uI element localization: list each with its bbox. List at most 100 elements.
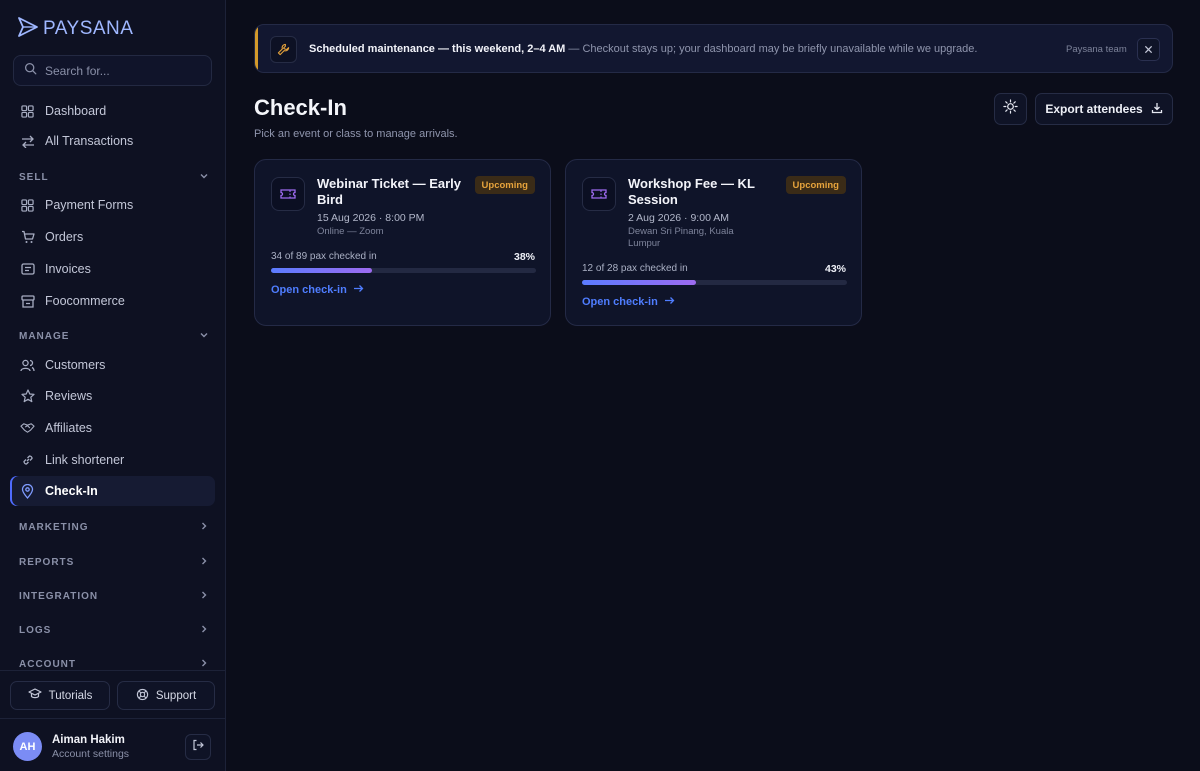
section-label: INTEGRATION <box>19 590 99 602</box>
grid-icon <box>20 198 35 213</box>
sidebar-item-check-in[interactable]: Check-In <box>10 476 215 506</box>
user-account[interactable]: AH Aiman Hakim Account settings <box>0 718 225 771</box>
banner-close-button[interactable] <box>1137 38 1160 61</box>
users-icon <box>20 358 35 373</box>
section-integration[interactable]: INTEGRATION <box>19 588 209 604</box>
open-check-in-label: Open check-in <box>582 296 658 308</box>
download-icon <box>1151 102 1163 117</box>
section-label: MANAGE <box>19 330 70 342</box>
chevron-right-icon <box>199 658 209 671</box>
cart-icon <box>20 230 35 245</box>
section-marketing[interactable]: MARKETING <box>19 519 209 535</box>
link-icon <box>20 453 35 468</box>
sidebar-item-label: Check-In <box>45 484 98 498</box>
section-label: SELL <box>19 171 49 183</box>
sidebar-item-label: Link shortener <box>45 453 125 467</box>
chevron-down-icon <box>199 330 209 343</box>
arrows-icon <box>20 134 35 149</box>
checkin-percent: 43% <box>824 263 846 275</box>
chevron-right-icon <box>199 624 209 637</box>
sidebar-item-reviews[interactable]: Reviews <box>10 381 215 411</box>
close-icon <box>1144 41 1153 59</box>
section-logs[interactable]: LOGS <box>19 622 209 638</box>
theme-toggle-button[interactable] <box>994 93 1027 125</box>
sidebar-item-customers[interactable]: Customers <box>10 350 215 380</box>
sidebar-item-label: Reviews <box>45 389 93 403</box>
star-icon <box>20 389 35 404</box>
event-card[interactable]: Workshop Fee — KL Session Upcoming 2 Aug… <box>565 159 862 326</box>
logout-icon <box>192 738 204 756</box>
brand-logo[interactable]: PAYSANA <box>16 16 133 42</box>
support-button[interactable]: Support <box>117 681 215 710</box>
open-check-in-label: Open check-in <box>271 284 347 296</box>
account-settings-link[interactable]: Account settings <box>52 748 129 760</box>
sidebar-item-link-shortener[interactable]: Link shortener <box>10 445 215 475</box>
event-title: Workshop Fee — KL Session <box>628 176 755 207</box>
export-attendees-button[interactable]: Export attendees <box>1035 93 1173 125</box>
checkin-progress-bar <box>271 268 536 273</box>
checkin-percent: 38% <box>513 251 535 263</box>
sidebar-item-label: Foocommerce <box>45 294 125 308</box>
checkin-count: 34 of 89 pax checked in <box>271 251 377 262</box>
section-label: ACCOUNT <box>19 658 76 670</box>
user-name: Aiman Hakim <box>52 734 125 746</box>
store-icon <box>20 294 35 309</box>
status-badge: Upcoming <box>474 176 535 194</box>
event-venue: Online — Zoom <box>317 226 384 237</box>
sidebar-item-orders[interactable]: Orders <box>10 222 215 252</box>
banner-accent <box>255 25 258 72</box>
banner-title: Scheduled maintenance — this weekend, 2–… <box>309 43 566 55</box>
arrow-right-icon <box>664 296 675 308</box>
support-label: Support <box>155 689 197 702</box>
sidebar: PAYSANA Dashboard All Transactions SELL … <box>0 0 226 771</box>
checkin-progress-bar <box>582 280 847 285</box>
sidebar-item-invoices[interactable]: Invoices <box>10 254 215 284</box>
banner-author: Paysana team <box>1066 44 1127 55</box>
sidebar-item-label: Customers <box>45 358 106 372</box>
section-sell[interactable]: SELL <box>19 169 209 185</box>
open-check-in-link[interactable]: Open check-in <box>271 284 364 296</box>
section-label: MARKETING <box>19 521 89 533</box>
banner-message: — Checkout stays up; your dashboard may … <box>568 43 978 55</box>
sidebar-footer: Tutorials Support AH Aiman Hakim Account… <box>0 670 225 771</box>
search-box[interactable] <box>13 55 212 86</box>
open-check-in-link[interactable]: Open check-in <box>582 296 675 308</box>
paysana-logo-icon <box>16 15 40 44</box>
chevron-right-icon <box>199 556 209 569</box>
sidebar-item-payment-forms[interactable]: Payment Forms <box>10 190 215 220</box>
checkin-count: 12 of 28 pax checked in <box>582 263 688 274</box>
page-title: Check-In <box>254 95 347 120</box>
event-date: 15 Aug 2026 · 8:00 PM <box>317 212 425 224</box>
progress-fill <box>271 268 372 273</box>
sidebar-item-label: Invoices <box>45 262 91 276</box>
event-title: Webinar Ticket — Early Bird <box>317 176 462 207</box>
graduation-cap-icon <box>28 688 42 703</box>
banner-text: Scheduled maintenance — this weekend, 2–… <box>309 43 977 55</box>
sidebar-item-all-transactions[interactable]: All Transactions <box>10 126 215 156</box>
section-manage[interactable]: MANAGE <box>19 328 209 344</box>
location-pin-icon <box>20 483 35 499</box>
event-date: 2 Aug 2026 · 9:00 AM <box>628 212 729 224</box>
arrow-right-icon <box>353 284 364 296</box>
chevron-right-icon <box>199 590 209 603</box>
section-label: LOGS <box>19 624 52 636</box>
section-reports[interactable]: REPORTS <box>19 554 209 570</box>
sun-icon <box>1003 99 1018 119</box>
search-input[interactable] <box>45 63 195 78</box>
avatar[interactable]: AH <box>13 732 42 761</box>
tutorials-button[interactable]: Tutorials <box>10 681 110 710</box>
handshake-icon <box>20 421 35 436</box>
lifebuoy-icon <box>136 688 149 704</box>
sidebar-item-affiliates[interactable]: Affiliates <box>10 413 215 443</box>
sidebar-item-label: Orders <box>45 230 84 244</box>
tutorials-label: Tutorials <box>48 689 93 702</box>
logout-button[interactable] <box>185 734 211 760</box>
sidebar-item-foocommerce[interactable]: Foocommerce <box>10 286 215 316</box>
sidebar-item-dashboard[interactable]: Dashboard <box>10 96 215 126</box>
search-icon <box>24 62 37 80</box>
brand-name: PAYSANA <box>43 18 134 39</box>
event-card[interactable]: Webinar Ticket — Early Bird Upcoming 15 … <box>254 159 551 326</box>
section-label: REPORTS <box>19 556 75 568</box>
status-badge: Upcoming <box>785 176 846 194</box>
progress-fill <box>582 280 696 285</box>
